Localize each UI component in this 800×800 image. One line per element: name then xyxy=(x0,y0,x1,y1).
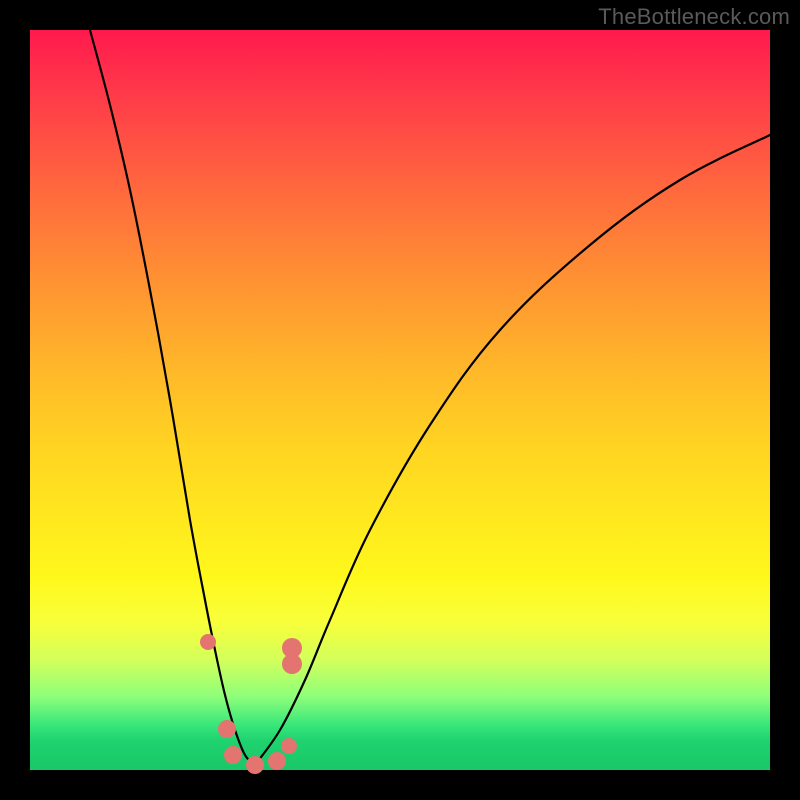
curve-left-branch xyxy=(90,30,255,765)
data-point xyxy=(246,756,264,774)
data-point xyxy=(281,738,297,754)
data-point xyxy=(224,746,242,764)
curve-svg xyxy=(30,30,770,770)
curve-right-branch xyxy=(255,135,770,765)
data-point xyxy=(200,634,216,650)
plot-area xyxy=(30,30,770,770)
data-point xyxy=(218,720,236,738)
chart-frame: TheBottleneck.com xyxy=(0,0,800,800)
data-point xyxy=(282,638,302,658)
data-point xyxy=(268,752,286,770)
watermark-text: TheBottleneck.com xyxy=(598,4,790,30)
